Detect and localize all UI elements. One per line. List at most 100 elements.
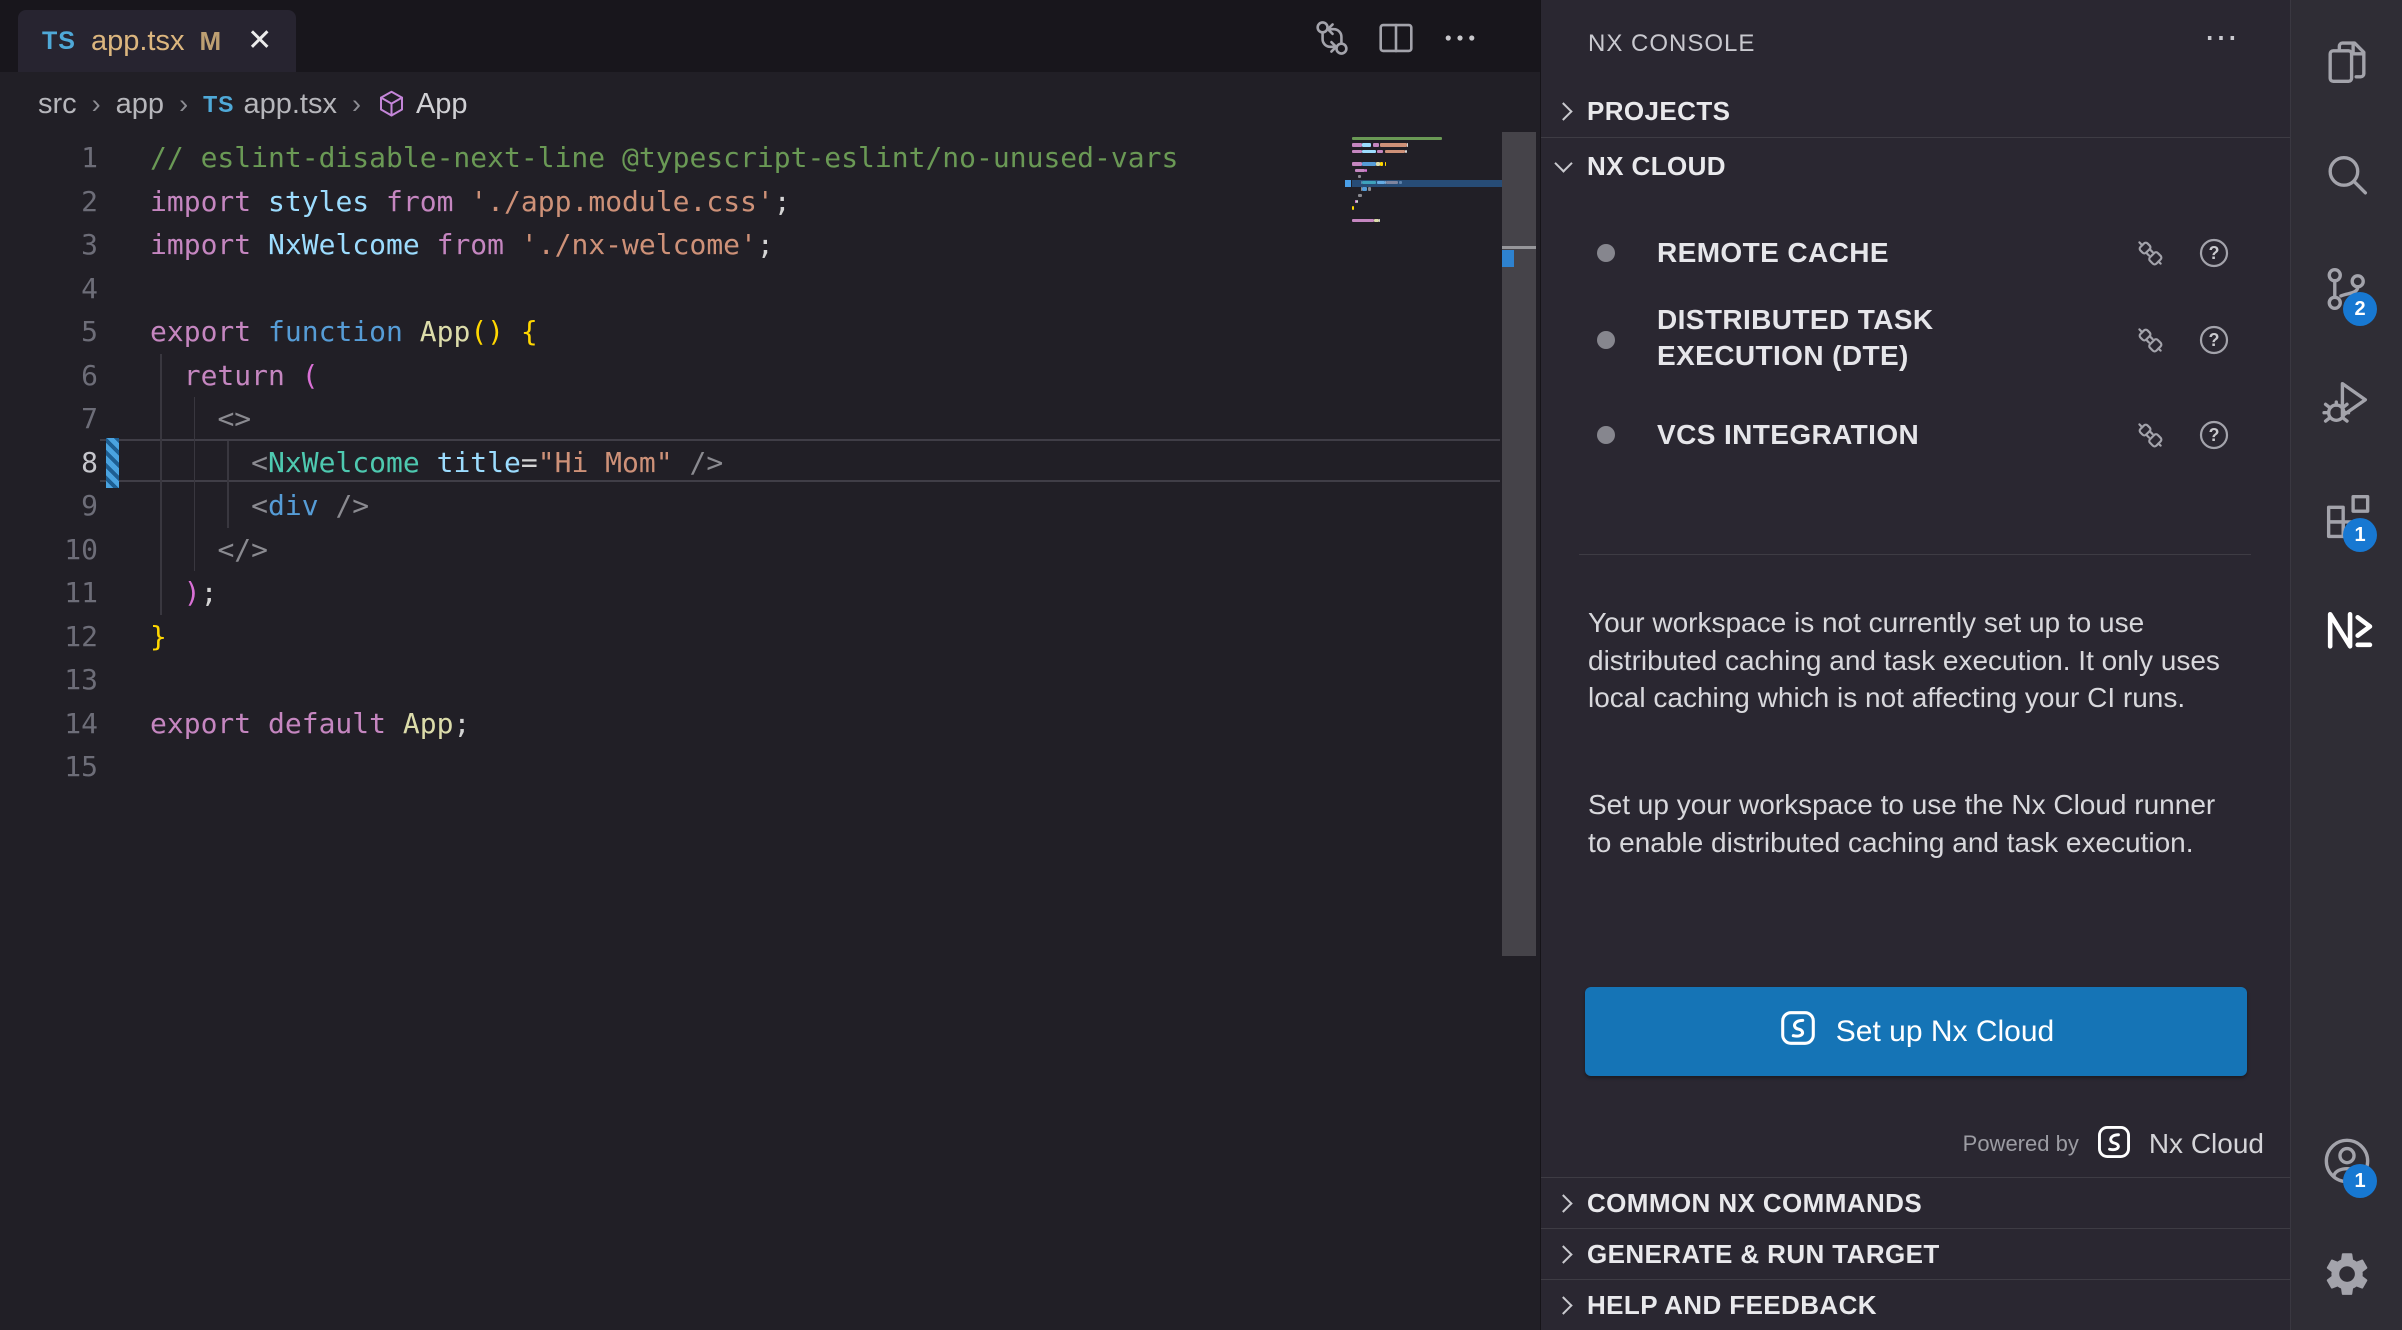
editor-actions — [1310, 16, 1482, 60]
line-number[interactable]: 5 — [0, 310, 150, 354]
files-icon[interactable] — [2291, 6, 2402, 119]
minimap-line — [1407, 143, 1409, 146]
minimap-line — [1365, 169, 1367, 172]
svg-text:?: ? — [2209, 425, 2220, 445]
line-number[interactable]: 3 — [0, 223, 150, 267]
help-question-icon[interactable]: ? — [2197, 236, 2231, 275]
chevron-down-icon — [1554, 154, 1572, 172]
source-control-icon[interactable]: 2 — [2291, 232, 2402, 345]
feature-label: REMOTE CACHE — [1657, 235, 1889, 271]
code-editor[interactable]: 1// eslint-disable-next-line @typescript… — [0, 136, 1540, 789]
nx-cloud-brand[interactable]: Nx Cloud — [2149, 1128, 2264, 1160]
line-number[interactable]: 12 — [0, 615, 150, 659]
section-projects[interactable]: PROJECTS — [1541, 86, 2291, 136]
line-number[interactable]: 7 — [0, 397, 150, 441]
code-text: <NxWelcome title="Hi Mom" /> — [150, 441, 723, 485]
activity-bar-bottom: 1 — [2291, 1098, 2402, 1330]
help-question-icon[interactable]: ? — [2197, 323, 2231, 362]
svg-text:?: ? — [2209, 243, 2220, 263]
minimap-line — [1362, 143, 1371, 146]
minimap-line — [1352, 219, 1374, 222]
line-number[interactable]: 15 — [0, 745, 150, 789]
close-tab-icon[interactable]: ✕ — [247, 26, 272, 56]
line-number[interactable]: 2 — [0, 180, 150, 224]
minimap-line — [1380, 162, 1383, 165]
setup-nx-cloud-button[interactable]: Set up Nx Cloud — [1585, 987, 2247, 1076]
status-dot-icon — [1597, 426, 1615, 444]
chevron-right-icon — [1554, 1194, 1572, 1212]
minimap-line — [1377, 150, 1383, 153]
breadcrumb-item-src[interactable]: src — [38, 88, 77, 121]
line-number[interactable]: 14 — [0, 702, 150, 746]
line-number[interactable]: 1 — [0, 136, 150, 180]
open-changes-icon[interactable] — [1310, 16, 1354, 60]
settings-gear-icon[interactable] — [2291, 1217, 2402, 1330]
code-line-11[interactable]: 11 ); — [0, 571, 1540, 615]
code-line-1[interactable]: 1// eslint-disable-next-line @typescript… — [0, 136, 1540, 180]
panel-more-actions-icon[interactable]: ⋯ — [2204, 18, 2238, 58]
powered-by: Powered by Nx Cloud — [1963, 1122, 2264, 1166]
section-label: GENERATE & RUN TARGET — [1587, 1239, 1940, 1270]
code-text: import NxWelcome from './nx-welcome'; — [150, 223, 774, 267]
line-number[interactable]: 10 — [0, 528, 150, 572]
badge: 1 — [2343, 518, 2377, 552]
section-common-nx-commands[interactable]: COMMON NX COMMANDS — [1541, 1177, 2291, 1228]
account-icon[interactable]: 1 — [2291, 1104, 2402, 1217]
line-number[interactable]: 11 — [0, 571, 150, 615]
code-line-6[interactable]: 6 return ( — [0, 354, 1540, 398]
connect-plug-icon[interactable] — [2133, 323, 2167, 362]
split-editor-icon[interactable] — [1374, 16, 1418, 60]
code-line-9[interactable]: 9 <div /> — [0, 484, 1540, 528]
tab-app-tsx[interactable]: TS app.tsx M ✕ — [18, 10, 296, 72]
minimap[interactable] — [1352, 137, 1502, 233]
breadcrumb-item-app-tsx[interactable]: TSapp.tsx — [203, 88, 337, 121]
code-line-13[interactable]: 13 — [0, 658, 1540, 702]
line-number[interactable]: 8 — [0, 441, 150, 485]
code-line-7[interactable]: 7 <> — [0, 397, 1540, 441]
minimap-line — [1373, 143, 1379, 146]
code-line-15[interactable]: 15 — [0, 745, 1540, 789]
code-line-14[interactable]: 14export default App; — [0, 702, 1540, 746]
search-icon[interactable] — [2291, 119, 2402, 232]
code-text: </> — [150, 528, 268, 572]
code-text: <> — [150, 397, 251, 441]
minimap-selected-line — [1352, 180, 1502, 187]
connect-plug-icon[interactable] — [2133, 236, 2167, 275]
editor-scrollbar[interactable] — [1502, 132, 1536, 956]
code-line-3[interactable]: 3import NxWelcome from './nx-welcome'; — [0, 223, 1540, 267]
minimap-modified-tick — [1345, 180, 1351, 187]
vscode-window: TS app.tsx M ✕ src›app›TSapp.tsx›App 1//… — [0, 0, 2402, 1330]
minimap-line — [1355, 169, 1365, 172]
line-number[interactable]: 4 — [0, 267, 150, 311]
code-line-4[interactable]: 4 — [0, 267, 1540, 311]
powered-by-label: Powered by — [1963, 1131, 2079, 1157]
section-label: COMMON NX COMMANDS — [1587, 1188, 1922, 1219]
code-line-10[interactable]: 10 </> — [0, 528, 1540, 572]
debug-icon[interactable] — [2291, 345, 2402, 458]
breadcrumb-item-app[interactable]: App — [376, 88, 468, 121]
minimap-line — [1352, 162, 1362, 165]
minimap-line — [1380, 143, 1407, 146]
line-number[interactable]: 13 — [0, 658, 150, 702]
more-actions-icon[interactable] — [1438, 16, 1482, 60]
code-line-5[interactable]: 5export function App() { — [0, 310, 1540, 354]
line-number[interactable]: 6 — [0, 354, 150, 398]
minimap-line — [1352, 206, 1354, 209]
nx-console-icon[interactable] — [2291, 571, 2402, 684]
section-nx-cloud[interactable]: NX CLOUD — [1541, 140, 2291, 192]
line-number[interactable]: 9 — [0, 484, 150, 528]
code-text: return ( — [150, 354, 319, 398]
panel-bottom-sections: COMMON NX COMMANDS GENERATE & RUN TARGET H… — [1541, 1177, 2291, 1330]
code-line-12[interactable]: 12} — [0, 615, 1540, 659]
divider — [1579, 554, 2251, 555]
code-line-8[interactable]: 8 <NxWelcome title="Hi Mom" /> — [0, 441, 1540, 485]
section-generate-run-target[interactable]: GENERATE & RUN TARGET — [1541, 1228, 2291, 1279]
code-text: } — [150, 615, 167, 659]
connect-plug-icon[interactable] — [2133, 418, 2167, 457]
extensions-icon[interactable]: 1 — [2291, 458, 2402, 571]
chevron-right-icon — [1554, 1296, 1572, 1314]
help-question-icon[interactable]: ? — [2197, 418, 2231, 457]
breadcrumb-item-app[interactable]: app — [116, 88, 164, 121]
code-line-2[interactable]: 2import styles from './app.module.css'; — [0, 180, 1540, 224]
section-help-and-feedback[interactable]: HELP AND FEEDBACK — [1541, 1279, 2291, 1330]
